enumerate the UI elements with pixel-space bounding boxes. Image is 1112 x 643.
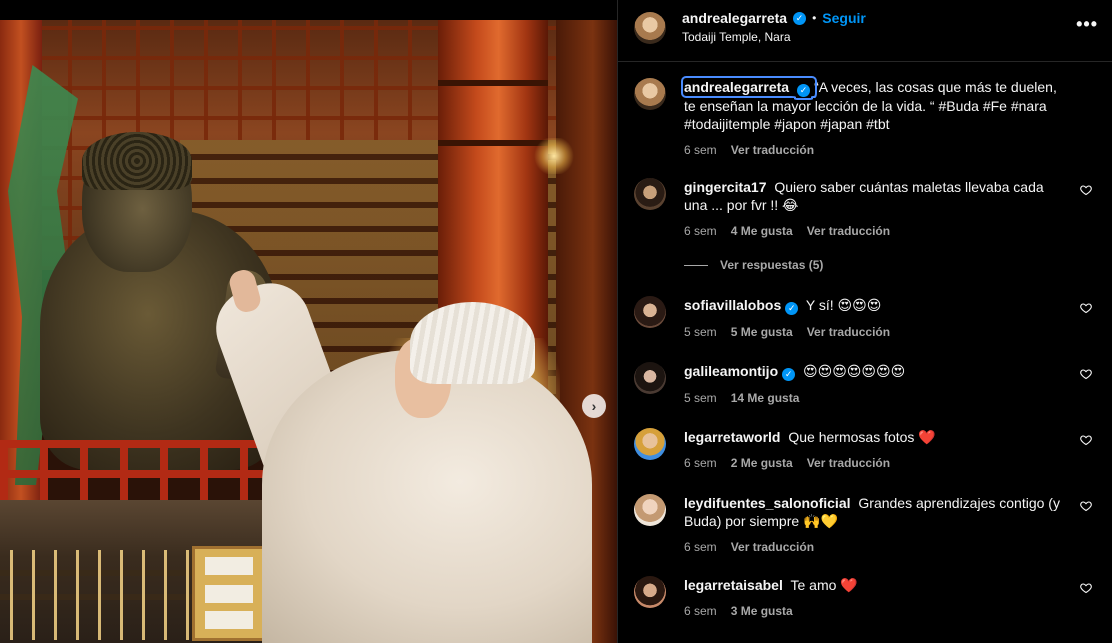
comment-time[interactable]: 6 sem	[684, 604, 717, 618]
header-user-row: andrealegarreta ✓ • Seguir	[682, 10, 866, 26]
author-username[interactable]: andrealegarreta	[682, 10, 787, 26]
caption-text-block: andrealegarreta ✓ “A veces, las cosas que …	[680, 76, 1104, 133]
comment-meta: 5 sem 5 Me gusta Ver traducción	[684, 325, 1104, 339]
commenter-username[interactable]: leydifuentes_salonoficial	[684, 495, 851, 511]
next-photo-button[interactable]: ›	[582, 394, 606, 418]
view-replies-button[interactable]: Ver respuestas (5)	[684, 258, 823, 272]
heart-outline-icon[interactable]	[1080, 184, 1092, 196]
commenter-avatar[interactable]	[634, 576, 666, 608]
comment-text: 😍😍😍😍😍😍😍	[803, 363, 906, 379]
post-location[interactable]: Todaiji Temple, Nara	[682, 30, 791, 44]
post-header: andrealegarreta ✓ • Seguir Todaiji Templ…	[618, 0, 1112, 62]
caption-time[interactable]: 6 sem	[684, 143, 717, 157]
verified-badge-icon: ✓	[782, 367, 796, 381]
view-replies-label: Ver respuestas (5)	[720, 258, 824, 272]
caption: andrealegarreta ✓ “A veces, las cosas que …	[634, 76, 1104, 157]
comment-likes[interactable]: 3 Me gusta	[731, 604, 793, 618]
comment-text-block: galileamontijo ✓ 😍😍😍😍😍😍😍	[684, 362, 1104, 381]
comment-translate-link[interactable]: Ver traducción	[731, 540, 814, 554]
comment-meta: 6 sem 3 Me gusta	[684, 604, 1104, 618]
comment-item: gingercita17 Quiero saber cuántas maleta…	[634, 178, 1104, 238]
caption-username[interactable]: andrealegarreta	[684, 79, 789, 95]
post-dialog: › andrealegarreta ✓ • Seguir Todaiji Tem…	[0, 0, 1112, 643]
comment-item: leydifuentes_salonoficial Grandes aprend…	[634, 494, 1104, 554]
comment-meta: 6 sem 2 Me gusta Ver traducción	[684, 456, 1104, 470]
caption-avatar[interactable]	[634, 78, 666, 110]
woman-beanie	[410, 302, 535, 384]
offering-box	[192, 546, 266, 641]
comment-time[interactable]: 5 sem	[684, 391, 717, 405]
heart-outline-icon[interactable]	[1080, 434, 1092, 446]
lamp-glow	[532, 138, 576, 174]
comment-text: Que hermosas fotos ❤️	[788, 429, 936, 445]
comment-text: Te amo ❤️	[790, 577, 858, 593]
comment-likes[interactable]: 14 Me gusta	[731, 391, 800, 405]
commenter-username[interactable]: sofiavillalobos	[684, 297, 781, 313]
comment-time[interactable]: 5 sem	[684, 325, 717, 339]
comment-text-block: legarretaworld Que hermosas fotos ❤️	[684, 428, 1104, 446]
offering-paper	[205, 557, 253, 575]
heart-outline-icon[interactable]	[1080, 302, 1092, 314]
comment-text: Y sí! 😍😍😍	[805, 297, 882, 313]
comment-time[interactable]: 6 sem	[684, 224, 717, 238]
caption-meta: 6 sem Ver traducción	[684, 143, 1104, 157]
candle-rack	[0, 550, 200, 640]
verified-badge-icon: ✓	[797, 83, 811, 97]
comment-translate-link[interactable]: Ver traducción	[807, 224, 890, 238]
buddha-statue-hair	[82, 132, 192, 190]
comment-translate-link[interactable]: Ver traducción	[807, 456, 890, 470]
offering-paper	[205, 611, 253, 629]
commenter-username[interactable]: legarretaisabel	[684, 577, 783, 593]
more-options-icon[interactable]: •••	[1076, 14, 1098, 35]
comment-text-block: legarretaisabel Te amo ❤️	[684, 576, 1104, 594]
caption-translate-link[interactable]: Ver traducción	[731, 143, 814, 157]
offering-paper	[205, 585, 253, 603]
verified-badge-icon: ✓	[793, 11, 807, 25]
commenter-username[interactable]: gingercita17	[684, 179, 766, 195]
comment-meta: 6 sem Ver traducción	[684, 540, 1104, 554]
comment-item: legarretaisabel Te amo ❤️ 6 sem 3 Me gus…	[634, 576, 1104, 618]
chevron-right-icon: ›	[591, 398, 597, 414]
commenter-avatar[interactable]	[634, 494, 666, 526]
comment-time[interactable]: 6 sem	[684, 540, 717, 554]
commenter-avatar[interactable]	[634, 178, 666, 210]
author-avatar[interactable]	[634, 12, 666, 44]
verified-badge-icon: ✓	[785, 301, 799, 315]
comment-likes[interactable]: 4 Me gusta	[731, 224, 793, 238]
commenter-avatar[interactable]	[634, 362, 666, 394]
heart-outline-icon[interactable]	[1080, 368, 1092, 380]
commenter-username[interactable]: galileamontijo	[684, 363, 778, 379]
comment-item: galileamontijo ✓ 😍😍😍😍😍😍😍 5 sem 14 Me gust…	[634, 362, 1104, 405]
replies-divider-line	[684, 264, 708, 266]
comment-meta: 6 sem 4 Me gusta Ver traducción	[684, 224, 1104, 238]
heart-outline-icon[interactable]	[1080, 582, 1092, 594]
comments-panel: andrealegarreta ✓ • Seguir Todaiji Templ…	[617, 0, 1112, 643]
comment-text-block: leydifuentes_salonoficial Grandes aprend…	[684, 494, 1104, 530]
comment-item: legarretaworld Que hermosas fotos ❤️ 6 s…	[634, 428, 1104, 470]
photo-scene	[0, 20, 617, 643]
post-photo: ›	[0, 0, 617, 643]
commenter-avatar[interactable]	[634, 428, 666, 460]
comment-likes[interactable]: 2 Me gusta	[731, 456, 793, 470]
comment-translate-link[interactable]: Ver traducción	[807, 325, 890, 339]
comment-likes[interactable]: 5 Me gusta	[731, 325, 793, 339]
commenter-avatar[interactable]	[634, 296, 666, 328]
commenter-username[interactable]: legarretaworld	[684, 429, 780, 445]
follow-button[interactable]: Seguir	[822, 10, 866, 26]
comment-text-block: gingercita17 Quiero saber cuántas maleta…	[684, 178, 1104, 214]
comment-item: sofiavillalobos ✓ Y sí! 😍😍😍 5 sem 5 Me gu…	[634, 296, 1104, 339]
pillar-band	[438, 80, 548, 86]
comment-text-block: sofiavillalobos ✓ Y sí! 😍😍😍	[684, 296, 1104, 315]
separator-dot: •	[812, 11, 817, 25]
comment-time[interactable]: 6 sem	[684, 456, 717, 470]
comment-meta: 5 sem 14 Me gusta	[684, 391, 1104, 405]
photo-top-gap	[0, 0, 617, 20]
heart-outline-icon[interactable]	[1080, 500, 1092, 512]
